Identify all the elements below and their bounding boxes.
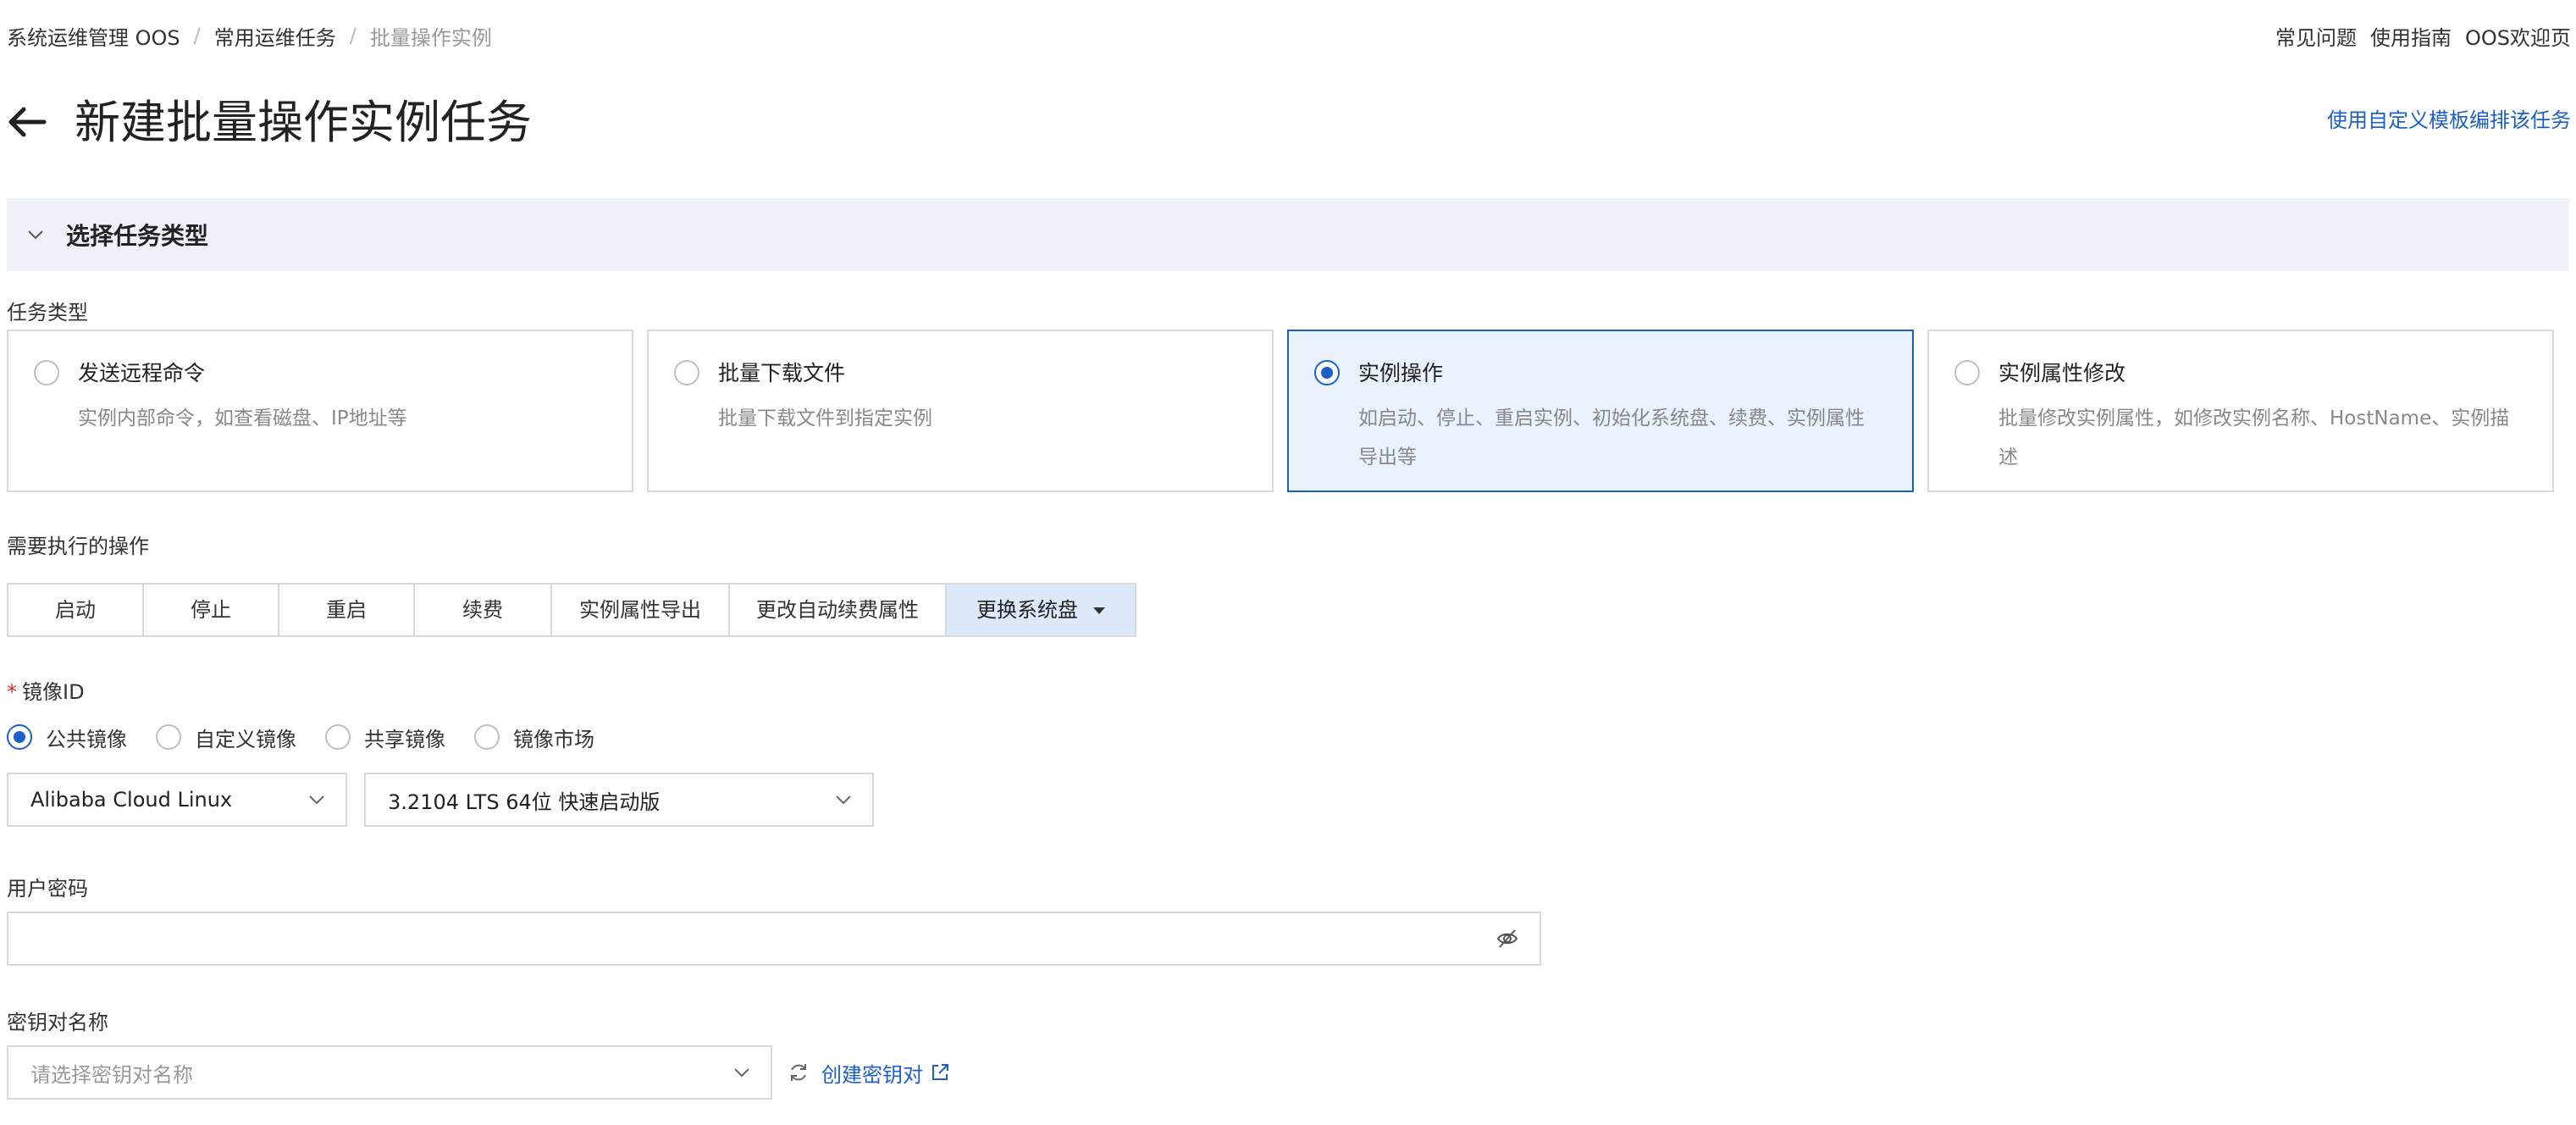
chevron-down-icon <box>28 230 43 240</box>
image-source-label: 镜像市场 <box>513 727 594 751</box>
image-source-label: 公共镜像 <box>46 727 127 751</box>
task-card-title: 实例属性修改 <box>1998 361 2126 385</box>
task-card-desc: 批量下载文件到指定实例 <box>718 407 932 429</box>
op-label: 更换系统盘 <box>976 598 1078 622</box>
op-auto-renew-button[interactable]: 更改自动续费属性 <box>730 585 947 635</box>
operations-segmented: 启动 停止 重启 续费 实例属性导出 更改自动续费属性 更换系统盘 <box>7 583 1136 637</box>
task-card-desc: 如启动、停止、重启实例、初始化系统盘、续费、实例属性导出等 <box>1358 407 1865 468</box>
task-card-desc: 实例内部命令，如查看磁盘、IP地址等 <box>78 407 407 429</box>
radio-instance-operation[interactable] <box>1314 360 1340 385</box>
radio-remote-command[interactable] <box>34 360 59 385</box>
password-label: 用户密码 <box>7 877 88 901</box>
required-mark: * <box>7 680 17 704</box>
task-card-instance-operation[interactable]: 实例操作 如启动、停止、重启实例、初始化系统盘、续费、实例属性导出等 <box>1287 330 1914 492</box>
breadcrumb-separator: / <box>349 24 357 47</box>
task-card-remote-command[interactable]: 发送远程命令 实例内部命令，如查看磁盘、IP地址等 <box>7 330 633 492</box>
keypair-select[interactable]: 请选择密钥对名称 <box>7 1045 772 1100</box>
image-id-label: * 镜像ID <box>7 678 85 707</box>
radio-public-image[interactable] <box>7 724 32 750</box>
version-select-value: 3.2104 LTS 64位 快速启动版 <box>388 790 661 814</box>
faq-link[interactable]: 常见问题 <box>2275 21 2357 51</box>
eye-off-icon[interactable] <box>1495 927 1519 950</box>
op-restart-button[interactable]: 重启 <box>279 585 415 635</box>
radio-custom-image[interactable] <box>156 724 181 750</box>
image-source-custom[interactable]: 自定义镜像 <box>156 723 296 752</box>
image-source-radios: 公共镜像 自定义镜像 共享镜像 镜像市场 <box>7 720 623 754</box>
os-select-value: Alibaba Cloud Linux <box>30 788 233 812</box>
page: 系统运维管理 OOS / 常用运维任务 / 批量操作实例 常见问题 使用指南 O… <box>0 0 2576 1125</box>
radio-marketplace-image[interactable] <box>474 724 500 750</box>
section-title: 选择任务类型 <box>66 222 209 250</box>
op-start-button[interactable]: 启动 <box>8 585 144 635</box>
op-export-attributes-button[interactable]: 实例属性导出 <box>552 585 730 635</box>
breadcrumb: 系统运维管理 OOS / 常用运维任务 / 批量操作实例 <box>7 20 492 51</box>
image-source-marketplace[interactable]: 镜像市场 <box>474 723 594 752</box>
op-stop-button[interactable]: 停止 <box>144 585 279 635</box>
task-card-title: 实例操作 <box>1358 361 1444 385</box>
image-source-label: 共享镜像 <box>364 727 445 751</box>
chevron-down-icon <box>836 795 851 805</box>
breadcrumb-item-current: 批量操作实例 <box>369 25 492 50</box>
refresh-icon[interactable] <box>788 1061 810 1083</box>
chevron-down-icon <box>309 795 324 805</box>
task-type-label: 任务类型 <box>7 301 88 324</box>
welcome-link[interactable]: OOS欢迎页 <box>2465 21 2571 51</box>
breadcrumb-separator: / <box>193 24 201 47</box>
operations-label: 需要执行的操作 <box>7 535 149 558</box>
section-header-task-type[interactable]: 选择任务类型 <box>7 198 2569 271</box>
radio-shared-image[interactable] <box>325 724 351 750</box>
caret-down-icon <box>1093 607 1105 614</box>
task-card-attribute-modify[interactable]: 实例属性修改 批量修改实例属性，如修改实例名称、HostName、实例描述 <box>1927 330 2554 492</box>
os-select[interactable]: Alibaba Cloud Linux <box>7 773 347 827</box>
task-card-title: 批量下载文件 <box>718 361 846 385</box>
keypair-select-placeholder: 请选择密钥对名称 <box>30 1062 193 1087</box>
guide-link[interactable]: 使用指南 <box>2370 21 2452 51</box>
custom-template-link[interactable]: 使用自定义模板编排该任务 <box>2327 105 2571 136</box>
task-card-download-file[interactable]: 批量下载文件 批量下载文件到指定实例 <box>647 330 1274 492</box>
task-card-title: 发送远程命令 <box>78 361 206 385</box>
chevron-down-icon <box>734 1068 749 1078</box>
keypair-label: 密钥对名称 <box>7 1011 108 1034</box>
radio-attribute-modify[interactable] <box>1954 360 1980 385</box>
version-select[interactable]: 3.2104 LTS 64位 快速启动版 <box>364 773 874 827</box>
op-renew-button[interactable]: 续费 <box>415 585 552 635</box>
create-keypair-link[interactable]: 创建密钥对 <box>821 1056 950 1089</box>
image-source-label: 自定义镜像 <box>195 727 296 751</box>
radio-download-file[interactable] <box>674 360 699 385</box>
top-links: 常见问题 使用指南 OOS欢迎页 <box>2262 20 2571 51</box>
page-title: 新建批量操作实例任务 <box>75 96 532 149</box>
task-card-desc: 批量修改实例属性，如修改实例名称、HostName、实例描述 <box>1998 407 2510 468</box>
password-input[interactable] <box>7 912 1541 966</box>
op-replace-system-disk-button[interactable]: 更换系统盘 <box>947 585 1135 635</box>
back-arrow-icon[interactable] <box>5 100 49 144</box>
image-source-public[interactable]: 公共镜像 <box>7 723 127 752</box>
breadcrumb-item-oos[interactable]: 系统运维管理 OOS <box>7 21 180 51</box>
create-keypair-label: 创建密钥对 <box>821 1062 923 1087</box>
image-id-label-text: 镜像ID <box>22 680 85 704</box>
external-link-icon <box>932 1064 948 1080</box>
image-source-shared[interactable]: 共享镜像 <box>325 723 445 752</box>
breadcrumb-item-tasks[interactable]: 常用运维任务 <box>214 21 336 51</box>
